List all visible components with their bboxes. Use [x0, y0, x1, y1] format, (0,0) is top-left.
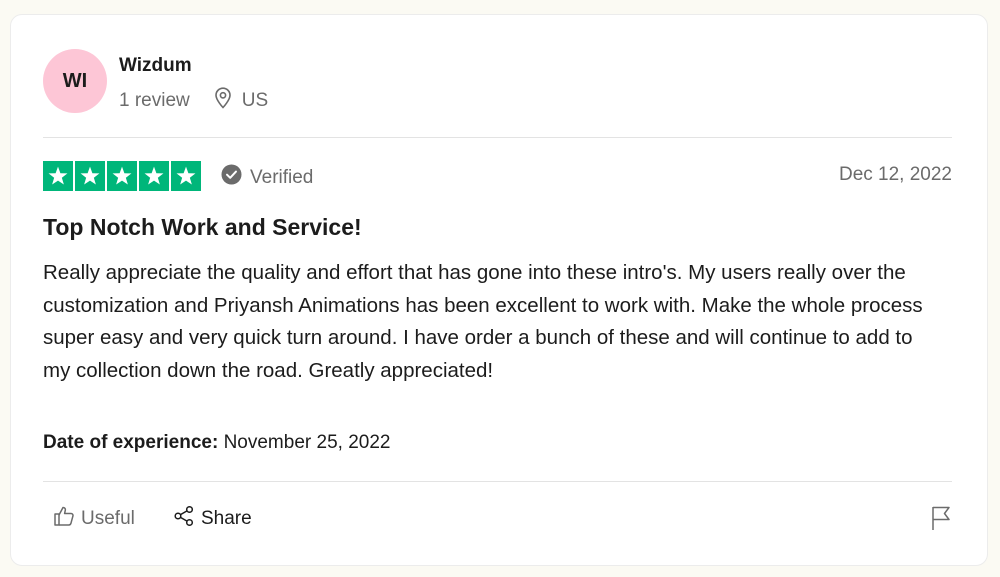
- review-date: Dec 12, 2022: [838, 164, 952, 185]
- star-icon: [75, 161, 105, 191]
- check-circle-icon: [221, 164, 250, 191]
- verified-label: Verified: [250, 166, 314, 188]
- review-card: WI Wizdum 1 review US Verified Dec 12, 2…: [10, 14, 988, 566]
- review-count: 1 review: [119, 90, 190, 111]
- share-button[interactable]: Share: [173, 505, 252, 533]
- star-icon: [107, 161, 137, 191]
- useful-label: Useful: [81, 508, 135, 529]
- rating-row: Verified Dec 12, 2022: [43, 161, 952, 191]
- header-divider: [43, 137, 952, 138]
- review-card-content: WI Wizdum 1 review US Verified Dec 12, 2…: [43, 15, 952, 565]
- footer-divider: [43, 481, 952, 482]
- review-body: Really appreciate the quality and effort…: [43, 261, 923, 383]
- experience-date: November 25, 2022: [223, 432, 391, 453]
- date-of-experience: Date of experience: November 25, 2022: [43, 432, 390, 454]
- star-icon: [139, 161, 169, 191]
- thumbs-up-icon: [53, 505, 81, 533]
- report-flag-button[interactable]: [930, 505, 952, 536]
- experience-label: Date of experience:: [43, 432, 219, 453]
- flag-icon: [930, 506, 952, 535]
- review-title[interactable]: Top Notch Work and Service!: [43, 214, 362, 241]
- useful-button[interactable]: Useful: [53, 505, 135, 533]
- star-rating: [43, 161, 201, 191]
- star-icon: [171, 161, 201, 191]
- reviewer-meta: 1 review US: [119, 87, 268, 115]
- location-text: US: [241, 90, 269, 111]
- reviewer-location: US: [214, 87, 268, 115]
- reviewer-name[interactable]: Wizdum: [119, 55, 192, 77]
- reviewer-header: WI Wizdum 1 review US: [43, 49, 952, 113]
- verified-badge[interactable]: Verified: [221, 164, 313, 191]
- location-pin-icon: [214, 87, 242, 115]
- avatar[interactable]: WI: [43, 49, 107, 113]
- share-icon: [173, 505, 201, 533]
- share-label: Share: [201, 508, 252, 529]
- review-actions: Useful Share: [43, 505, 952, 535]
- star-icon: [43, 161, 73, 191]
